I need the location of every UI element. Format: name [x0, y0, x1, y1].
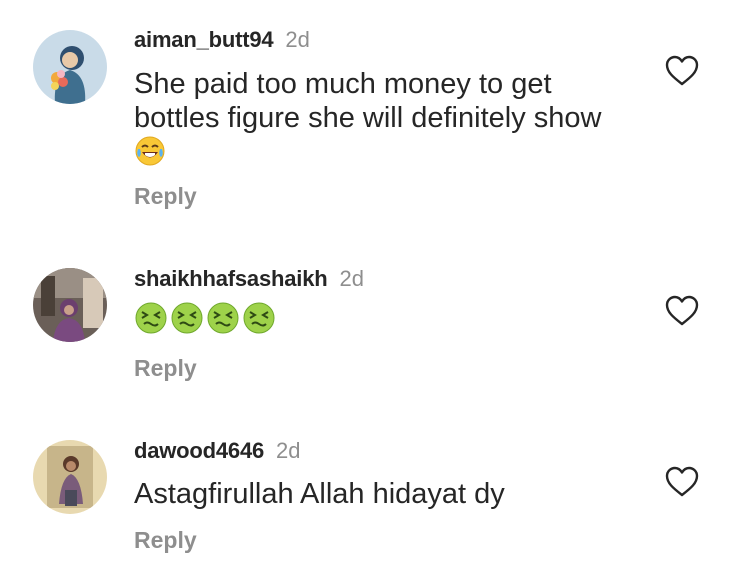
- comment-text: She paid too much money to get bottles f…: [134, 67, 634, 175]
- nauseated-face-emoji: [170, 301, 204, 343]
- comment-header: dawood4646 2d: [134, 438, 301, 464]
- avatar[interactable]: [33, 440, 107, 514]
- username[interactable]: shaikhhafsashaikh: [134, 266, 328, 292]
- reply-button[interactable]: Reply: [134, 527, 197, 554]
- avatar-image: [33, 268, 107, 342]
- nauseated-face-emoji: [242, 301, 276, 343]
- nauseated-face-emoji: [134, 301, 168, 343]
- face-with-tears-of-joy-emoji: [134, 135, 166, 175]
- avatar-image: [33, 440, 107, 514]
- heart-outline-icon[interactable]: [665, 295, 699, 327]
- nauseated-face-emoji: [206, 301, 240, 343]
- comment-emojis: [134, 302, 634, 339]
- avatar[interactable]: [33, 30, 107, 104]
- reply-button[interactable]: Reply: [134, 355, 197, 382]
- comment-text: Astagfirullah Allah hidayat dy: [134, 477, 634, 511]
- avatar-image: [33, 30, 107, 104]
- comment-header: aiman_butt94 2d: [134, 27, 310, 53]
- comment-text-content: Astagfirullah Allah hidayat dy: [134, 478, 505, 510]
- timestamp: 2d: [276, 438, 301, 463]
- comment-text-content: She paid too much money to get bottles f…: [134, 68, 602, 134]
- avatar[interactable]: [33, 268, 107, 342]
- timestamp: 2d: [285, 27, 310, 52]
- timestamp: 2d: [339, 266, 364, 291]
- comment-header: shaikhhafsashaikh 2d: [134, 266, 364, 292]
- reply-button[interactable]: Reply: [134, 183, 197, 210]
- heart-outline-icon[interactable]: [665, 466, 699, 498]
- heart-outline-icon[interactable]: [665, 55, 699, 87]
- username[interactable]: dawood4646: [134, 438, 264, 464]
- username[interactable]: aiman_butt94: [134, 27, 274, 53]
